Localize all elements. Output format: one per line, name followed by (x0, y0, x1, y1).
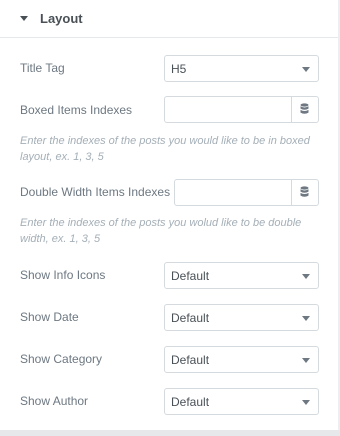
show-date-label: Show Date (20, 310, 79, 324)
show-date-select[interactable]: Default (164, 304, 319, 331)
chevron-down-icon (302, 358, 310, 363)
double-width-field (174, 179, 319, 206)
double-width-input[interactable] (175, 180, 291, 205)
double-width-label: Double Width Items Indexes (20, 185, 171, 199)
show-info-icons-select[interactable]: Default (164, 262, 319, 289)
boxed-items-description: Enter the indexes of the posts you would… (20, 135, 310, 163)
caret-down-icon (20, 16, 28, 21)
boxed-items-input[interactable] (165, 97, 291, 122)
show-category-value: Default (171, 353, 210, 367)
show-date-value: Default (171, 311, 210, 325)
section-title: Layout (40, 11, 83, 26)
database-icon (300, 103, 309, 114)
database-icon (300, 186, 309, 197)
boxed-items-field (164, 96, 319, 123)
show-info-icons-value: Default (171, 269, 210, 283)
double-width-description: Enter the indexes of the posts you wolud… (20, 217, 302, 245)
show-info-icons-label: Show Info Icons (20, 268, 106, 282)
show-category-label: Show Category (20, 352, 103, 366)
chevron-down-icon (302, 400, 310, 405)
title-tag-select[interactable]: H5 (164, 55, 319, 82)
boxed-items-dynamic-button[interactable] (291, 97, 318, 122)
show-author-value: Default (171, 395, 210, 409)
chevron-down-icon (302, 274, 310, 279)
chevron-down-icon (302, 67, 310, 72)
layout-section-toggle[interactable]: Layout (0, 0, 340, 38)
boxed-items-label: Boxed Items Indexes (20, 103, 133, 117)
layout-panel: Layout Title Tag H5 Boxed Items Indexes … (0, 0, 340, 430)
show-author-select[interactable]: Default (164, 388, 319, 415)
title-tag-label: Title Tag (20, 61, 65, 75)
show-author-label: Show Author (20, 394, 89, 408)
show-category-select[interactable]: Default (164, 346, 319, 373)
chevron-down-icon (302, 316, 310, 321)
title-tag-value: H5 (171, 62, 187, 76)
double-width-dynamic-button[interactable] (291, 180, 318, 205)
